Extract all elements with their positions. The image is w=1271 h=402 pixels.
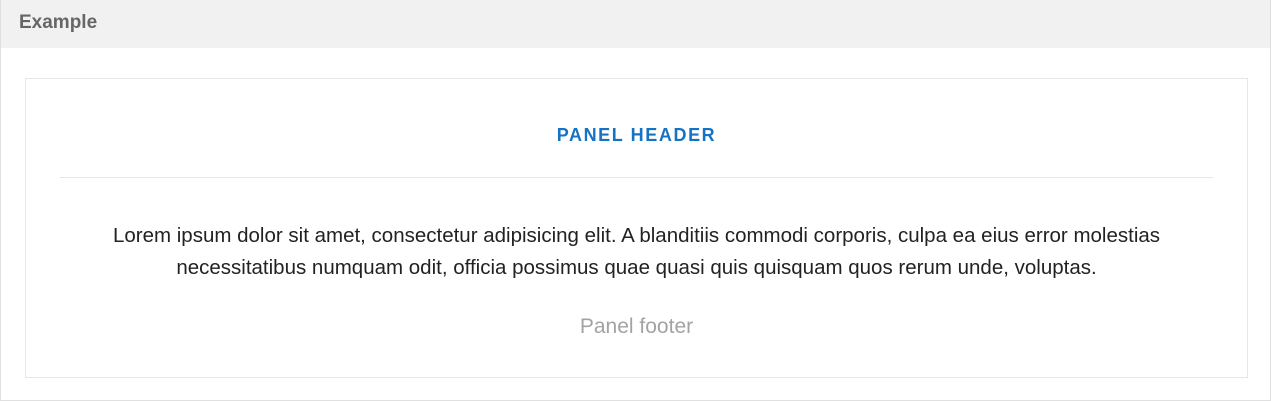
example-title-bar: Example: [1, 0, 1270, 48]
panel-header: PANEL HEADER: [556, 125, 717, 145]
panel-footer: Panel footer: [579, 315, 694, 338]
panel-body: Lorem ipsum dolor sit amet, consectetur …: [112, 224, 1161, 279]
panel-divider: [60, 177, 1213, 178]
example-container: Example PANEL HEADER Lorem ipsum dolor s…: [0, 0, 1271, 401]
panel: PANEL HEADER Lorem ipsum dolor sit amet,…: [25, 78, 1248, 378]
example-title: Example: [19, 12, 98, 33]
